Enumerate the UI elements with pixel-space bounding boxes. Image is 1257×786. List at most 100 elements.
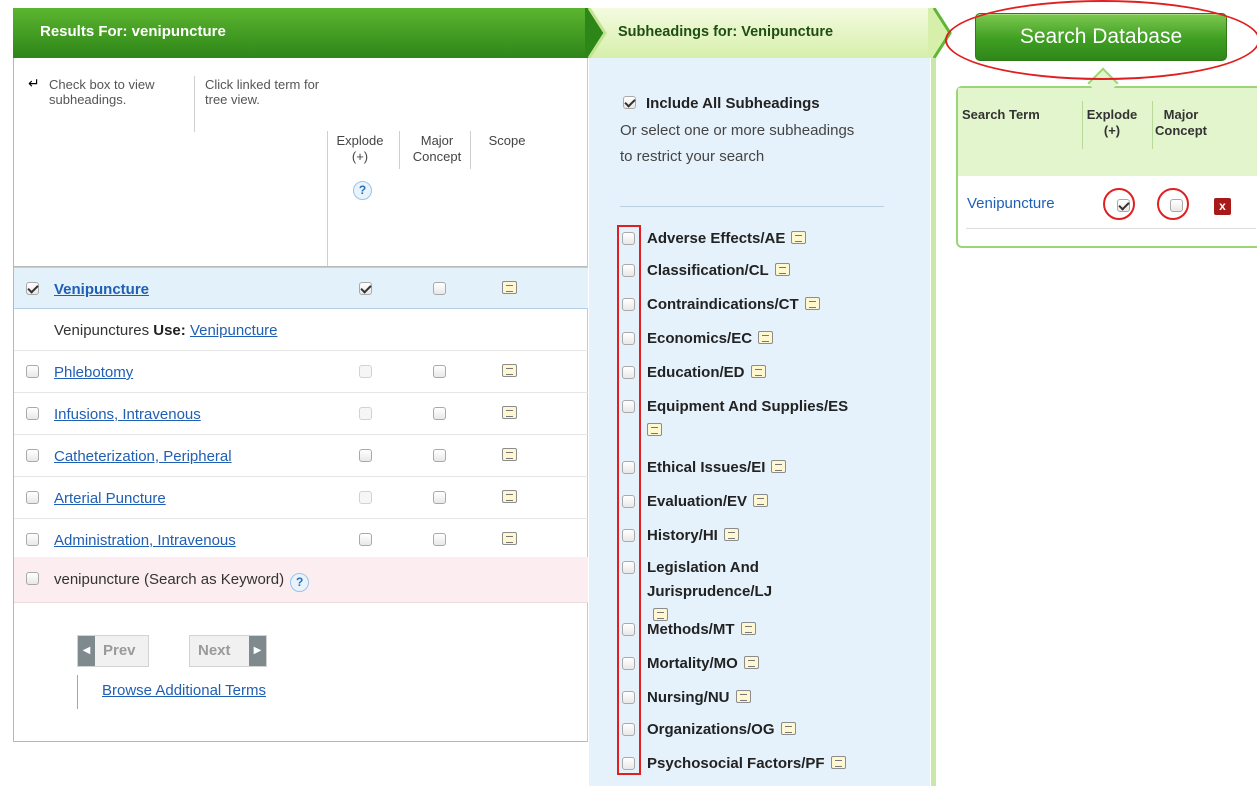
column-header-major-concept: Major Concept (1155, 107, 1207, 138)
scope-note-icon[interactable] (780, 722, 796, 735)
subheading-item[interactable]: Ethical Issues/EI (622, 456, 922, 480)
major-concept-checkbox[interactable] (433, 491, 446, 504)
scope-note-icon[interactable] (723, 528, 739, 541)
subheadings-divider (620, 206, 884, 207)
results-panel: ↵ Check box to view subheadings. Click l… (13, 58, 588, 742)
scope-note-icon[interactable] (750, 365, 766, 378)
term-link[interactable]: Catheterization, Peripheral (54, 448, 232, 465)
scope-note-icon[interactable] (735, 690, 751, 703)
column-header-scope: Scope (488, 133, 526, 148)
subheading-item[interactable]: Economics/EC (622, 327, 922, 351)
scope-note-icon[interactable] (502, 532, 517, 545)
explode-checkbox (359, 407, 372, 420)
term-link[interactable]: Phlebotomy (54, 364, 133, 381)
annotation-circle (1157, 188, 1189, 220)
table-row: Catheterization, Peripheral (14, 435, 588, 477)
search-terms-panel: Search Term Explode (+) Major Concept Ve… (956, 86, 1257, 248)
keyword-help-icon[interactable]: ? (290, 573, 310, 592)
subheading-item[interactable]: Contraindications/CT (622, 293, 922, 317)
scope-note-icon[interactable] (758, 331, 774, 344)
subheading-item[interactable]: Classification/CL (622, 259, 922, 283)
column-divider (1152, 101, 1153, 149)
table-row: Arterial Puncture (14, 477, 588, 519)
explode-checkbox[interactable] (359, 282, 372, 295)
scope-note-icon[interactable] (740, 622, 756, 635)
table-row: Administration, Intravenous (14, 519, 588, 561)
next-button[interactable]: Next ▶ (189, 635, 267, 667)
scope-note-icon[interactable] (502, 364, 517, 377)
column-header-explode: Explode (+) (336, 133, 384, 164)
scope-note-icon[interactable] (502, 490, 517, 503)
major-concept-checkbox[interactable] (433, 407, 446, 420)
prev-arrow-icon: ◀ (78, 636, 95, 666)
use-label: Use: (153, 322, 186, 339)
major-concept-checkbox[interactable] (433, 365, 446, 378)
keyword-checkbox[interactable] (26, 572, 39, 585)
major-concept-checkbox[interactable] (433, 449, 446, 462)
column-header-search-term: Search Term (962, 107, 1040, 122)
keyword-label: venipuncture (Search as Keyword) (54, 571, 285, 588)
term-checkbox[interactable] (26, 282, 39, 295)
subheading-item[interactable]: History/HI (622, 524, 922, 548)
scope-note-icon[interactable] (804, 297, 820, 310)
major-concept-checkbox[interactable] (433, 533, 446, 546)
scope-note-icon[interactable] (743, 656, 759, 669)
subheading-item[interactable]: Methods/MT (622, 618, 922, 642)
column-divider (470, 131, 471, 169)
scope-note-icon[interactable] (502, 448, 517, 461)
major-concept-checkbox[interactable] (433, 282, 446, 295)
term-checkbox[interactable] (26, 407, 39, 420)
term-link[interactable]: Administration, Intravenous (54, 532, 236, 549)
search-term-link[interactable]: Venipuncture (967, 195, 1055, 212)
scope-note-icon[interactable] (502, 406, 517, 419)
explode-checkbox[interactable] (359, 533, 372, 546)
prev-button[interactable]: ◀ Prev (77, 635, 149, 667)
browse-additional-terms-link[interactable]: Browse Additional Terms (102, 682, 266, 699)
results-header: Results For: venipuncture (13, 8, 591, 58)
term-checkbox[interactable] (26, 533, 39, 546)
term-link[interactable]: Infusions, Intravenous (54, 406, 201, 423)
subheading-item[interactable]: Psychosocial Factors/PF (622, 752, 922, 776)
explode-checkbox (359, 365, 372, 378)
panel-divider (931, 58, 936, 786)
explode-help-icon[interactable]: ? (353, 181, 372, 200)
use-term: Venipunctures (54, 322, 150, 339)
table-row-selected: Venipuncture (14, 267, 588, 309)
column-divider (327, 131, 328, 285)
scope-note-icon[interactable] (647, 423, 662, 436)
include-all-subheadings[interactable]: Include All Subheadings (623, 95, 820, 112)
scope-note-icon[interactable] (502, 281, 517, 294)
results-header-title: Results For: venipuncture (40, 23, 226, 40)
use-link[interactable]: Venipuncture (190, 322, 278, 339)
term-checkbox[interactable] (26, 449, 39, 462)
subheading-item[interactable]: Organizations/OG (622, 718, 922, 742)
subheading-item[interactable]: Mortality/MO (622, 652, 922, 676)
instruction-divider (194, 76, 195, 132)
search-terms-divider (966, 228, 1256, 229)
include-all-checkbox[interactable] (623, 96, 636, 109)
scope-note-icon[interactable] (791, 231, 807, 244)
use-row: Venipunctures Use: Venipuncture (14, 309, 588, 351)
scope-note-icon[interactable] (753, 494, 769, 507)
remove-icon[interactable]: x (1214, 198, 1231, 215)
subheading-item[interactable]: Nursing/NU (622, 686, 922, 710)
subheading-item[interactable]: Education/ED (622, 361, 922, 385)
column-divider (1082, 101, 1083, 149)
annotation-circle (1103, 188, 1135, 220)
term-link[interactable]: Venipuncture (54, 281, 149, 298)
annotation-circle (945, 0, 1257, 80)
scope-note-icon[interactable] (830, 756, 846, 769)
term-link[interactable]: Arterial Puncture (54, 490, 166, 507)
subheading-item[interactable]: Equipment And Supplies/ES (622, 395, 922, 443)
subheading-item[interactable]: Adverse Effects/AE (622, 227, 922, 251)
term-checkbox[interactable] (26, 365, 39, 378)
scope-note-icon[interactable] (771, 460, 787, 473)
scope-note-icon[interactable] (774, 263, 790, 276)
check-box-instruction: ↵ Check box to view subheadings. (28, 75, 155, 108)
explode-checkbox[interactable] (359, 449, 372, 462)
return-arrow-icon: ↵ (28, 75, 40, 91)
subheading-item[interactable]: Evaluation/EV (622, 490, 922, 514)
column-header-major-concept: Major Concept (412, 133, 462, 164)
term-checkbox[interactable] (26, 491, 39, 504)
column-divider (399, 131, 400, 169)
